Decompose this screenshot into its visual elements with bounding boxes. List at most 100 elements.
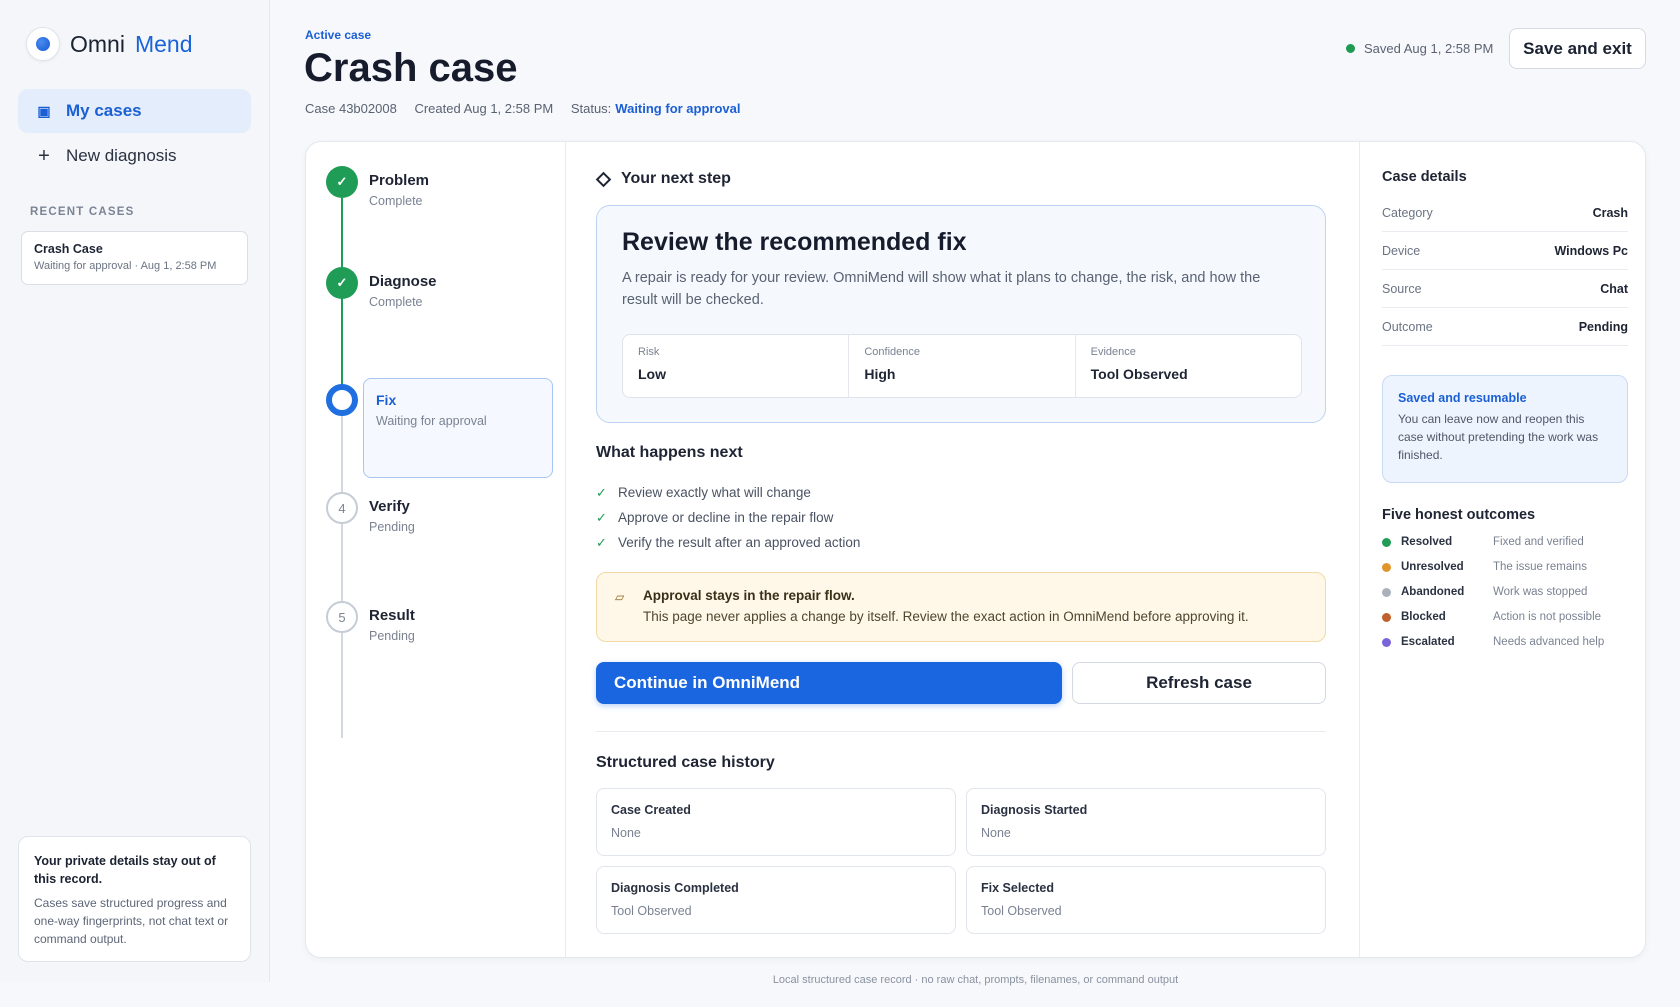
- outcome-desc: The issue remains: [1493, 561, 1587, 573]
- history-value: Tool Observed: [981, 904, 1062, 918]
- history-title: Case Created: [611, 803, 691, 817]
- metric-label: Confidence: [864, 346, 920, 358]
- privacy-note: Your private details stay out of this re…: [18, 836, 251, 962]
- approval-title: Approval stays in the repair flow.: [643, 588, 855, 603]
- brand[interactable]: Omni Mend: [26, 27, 193, 61]
- step-status: Complete: [369, 295, 423, 309]
- step-check-icon: ✓: [326, 166, 358, 198]
- outcome-item: Unresolved The issue remains: [1382, 561, 1628, 573]
- outcome-desc: Work was stopped: [1493, 586, 1588, 598]
- case-history-title: Structured case history: [596, 754, 775, 771]
- status-dot-icon: [1382, 612, 1391, 622]
- recent-case-item[interactable]: Crash Case Waiting for approval · Aug 1,…: [21, 231, 248, 285]
- notice-icon: ▱: [615, 590, 625, 604]
- case-created: Created Aug 1, 2:58 PM: [414, 101, 554, 116]
- refresh-case-button[interactable]: Refresh case: [1072, 662, 1326, 704]
- step-title: Verify: [369, 498, 410, 515]
- saved-text: Saved Aug 1, 2:58 PM: [1364, 41, 1494, 56]
- history-title: Diagnosis Completed: [611, 881, 739, 895]
- metric-confidence: Confidence High: [849, 335, 1076, 397]
- divider: [596, 731, 1326, 732]
- status-dot-icon: [1382, 587, 1391, 597]
- detail-key: Device: [1382, 243, 1421, 258]
- status-dot-icon: [1382, 537, 1391, 547]
- check-icon: ✓: [596, 484, 607, 500]
- history-item: Case Created None: [596, 788, 956, 856]
- outcome-name: Blocked: [1401, 611, 1446, 623]
- recommended-fix-panel: Review the recommended fix A repair is r…: [596, 205, 1326, 423]
- what-happens-next-title: What happens next: [596, 444, 743, 461]
- step-status: Pending: [369, 520, 415, 534]
- step-status: Complete: [369, 194, 423, 208]
- step-check-icon: ✓: [326, 267, 358, 299]
- step-title: Result: [369, 607, 415, 624]
- outcome-item: Blocked Action is not possible: [1382, 611, 1628, 623]
- outcome-name: Abandoned: [1401, 586, 1465, 598]
- case-status-label: Status:: [570, 101, 612, 116]
- history-item: Fix Selected Tool Observed: [966, 866, 1326, 934]
- continue-in-omnimend-button[interactable]: Continue in OmniMend: [596, 662, 1062, 704]
- saved-resumable-note: Saved and resumable You can leave now an…: [1382, 375, 1628, 483]
- detail-row: Device Windows Pc: [1382, 232, 1628, 270]
- history-title: Fix Selected: [981, 881, 1054, 895]
- outcome-name: Escalated: [1401, 636, 1455, 648]
- list-item: ✓ Verify the result after an approved act…: [596, 530, 860, 555]
- approval-text: This page never applies a change by itse…: [643, 609, 1249, 624]
- saved-dot-icon: [1346, 44, 1355, 53]
- metric-evidence: Evidence Tool Observed: [1076, 335, 1301, 397]
- outcomes-title: Five honest outcomes: [1382, 507, 1536, 523]
- detail-value: Pending: [1578, 319, 1628, 334]
- privacy-text: Cases save structured progress and one-w…: [34, 896, 229, 946]
- outcome-item: Abandoned Work was stopped: [1382, 586, 1628, 598]
- recent-case-sub: Waiting for approval · Aug 1, 2:58 PM: [34, 260, 217, 272]
- list-item: ✓ Review exactly what will change: [596, 480, 860, 505]
- approval-notice: ▱ Approval stays in the repair flow. Thi…: [596, 572, 1326, 642]
- recent-case-title: Crash Case: [34, 242, 103, 256]
- case-id: Case 43b02008: [305, 101, 397, 116]
- outcome-desc: Action is not possible: [1493, 611, 1602, 623]
- next-step-text: Your next step: [621, 170, 731, 187]
- detail-row: Source Chat: [1382, 270, 1628, 308]
- history-title: Diagnosis Started: [981, 803, 1088, 817]
- step-tracker: ✓ Problem Complete ✓ Diagnose Complete F…: [306, 142, 566, 957]
- history-item: Diagnosis Started None: [966, 788, 1326, 856]
- metric-risk: Risk Low: [623, 335, 850, 397]
- case-history-grid: Case Created None Diagnosis Started None…: [596, 788, 1326, 934]
- nav-new-diagnosis[interactable]: + New diagnosis: [18, 134, 251, 178]
- brand-name-mend: Mend: [134, 30, 193, 57]
- detail-row: Outcome Pending: [1382, 308, 1628, 346]
- folder-icon: ▣: [37, 102, 51, 119]
- nav-my-cases[interactable]: ▣ My cases: [18, 89, 251, 133]
- detail-value: Crash: [1592, 205, 1628, 220]
- recent-cases-label: RECENT CASES: [30, 206, 135, 218]
- case-card: ✓ Problem Complete ✓ Diagnose Complete F…: [305, 141, 1646, 958]
- nav-label: New diagnosis: [66, 146, 177, 165]
- plus-icon: +: [38, 144, 50, 167]
- nav-label: My cases: [66, 101, 142, 120]
- outcome-desc: Needs advanced help: [1493, 636, 1605, 648]
- check-icon: ✓: [596, 534, 607, 550]
- omnimend-logo-icon: [26, 27, 60, 61]
- case-meta: Case 43b02008 Created Aug 1, 2:58 PM Sta…: [305, 101, 755, 116]
- detail-value: Chat: [1600, 281, 1628, 296]
- resumable-text: You can leave now and reopen this case w…: [1398, 412, 1599, 462]
- sidebar: Omni Mend ▣ My cases + New diagnosis REC…: [0, 0, 270, 982]
- detail-key: Category: [1382, 205, 1433, 220]
- status-dot-icon: [1382, 562, 1391, 572]
- case-status: Waiting for approval: [615, 101, 741, 116]
- case-details-title: Case details: [1382, 169, 1467, 185]
- outcome-name: Unresolved: [1401, 561, 1464, 573]
- step-current-icon: [326, 384, 358, 416]
- outcome-desc: Fixed and verified: [1493, 536, 1584, 548]
- step-status: Waiting for approval: [376, 414, 487, 428]
- brand-name-omni: Omni: [70, 30, 125, 57]
- step-title: Diagnose: [369, 273, 437, 290]
- list-item-text: Review exactly what will change: [618, 485, 811, 500]
- metric-value: Low: [638, 366, 666, 382]
- history-value: Tool Observed: [611, 904, 692, 918]
- save-and-exit-button[interactable]: Save and exit: [1509, 28, 1646, 69]
- metric-label: Risk: [638, 346, 660, 358]
- detail-row: Category Crash: [1382, 194, 1628, 232]
- outcome-name: Resolved: [1401, 536, 1453, 548]
- step-number-icon: 5: [326, 601, 358, 633]
